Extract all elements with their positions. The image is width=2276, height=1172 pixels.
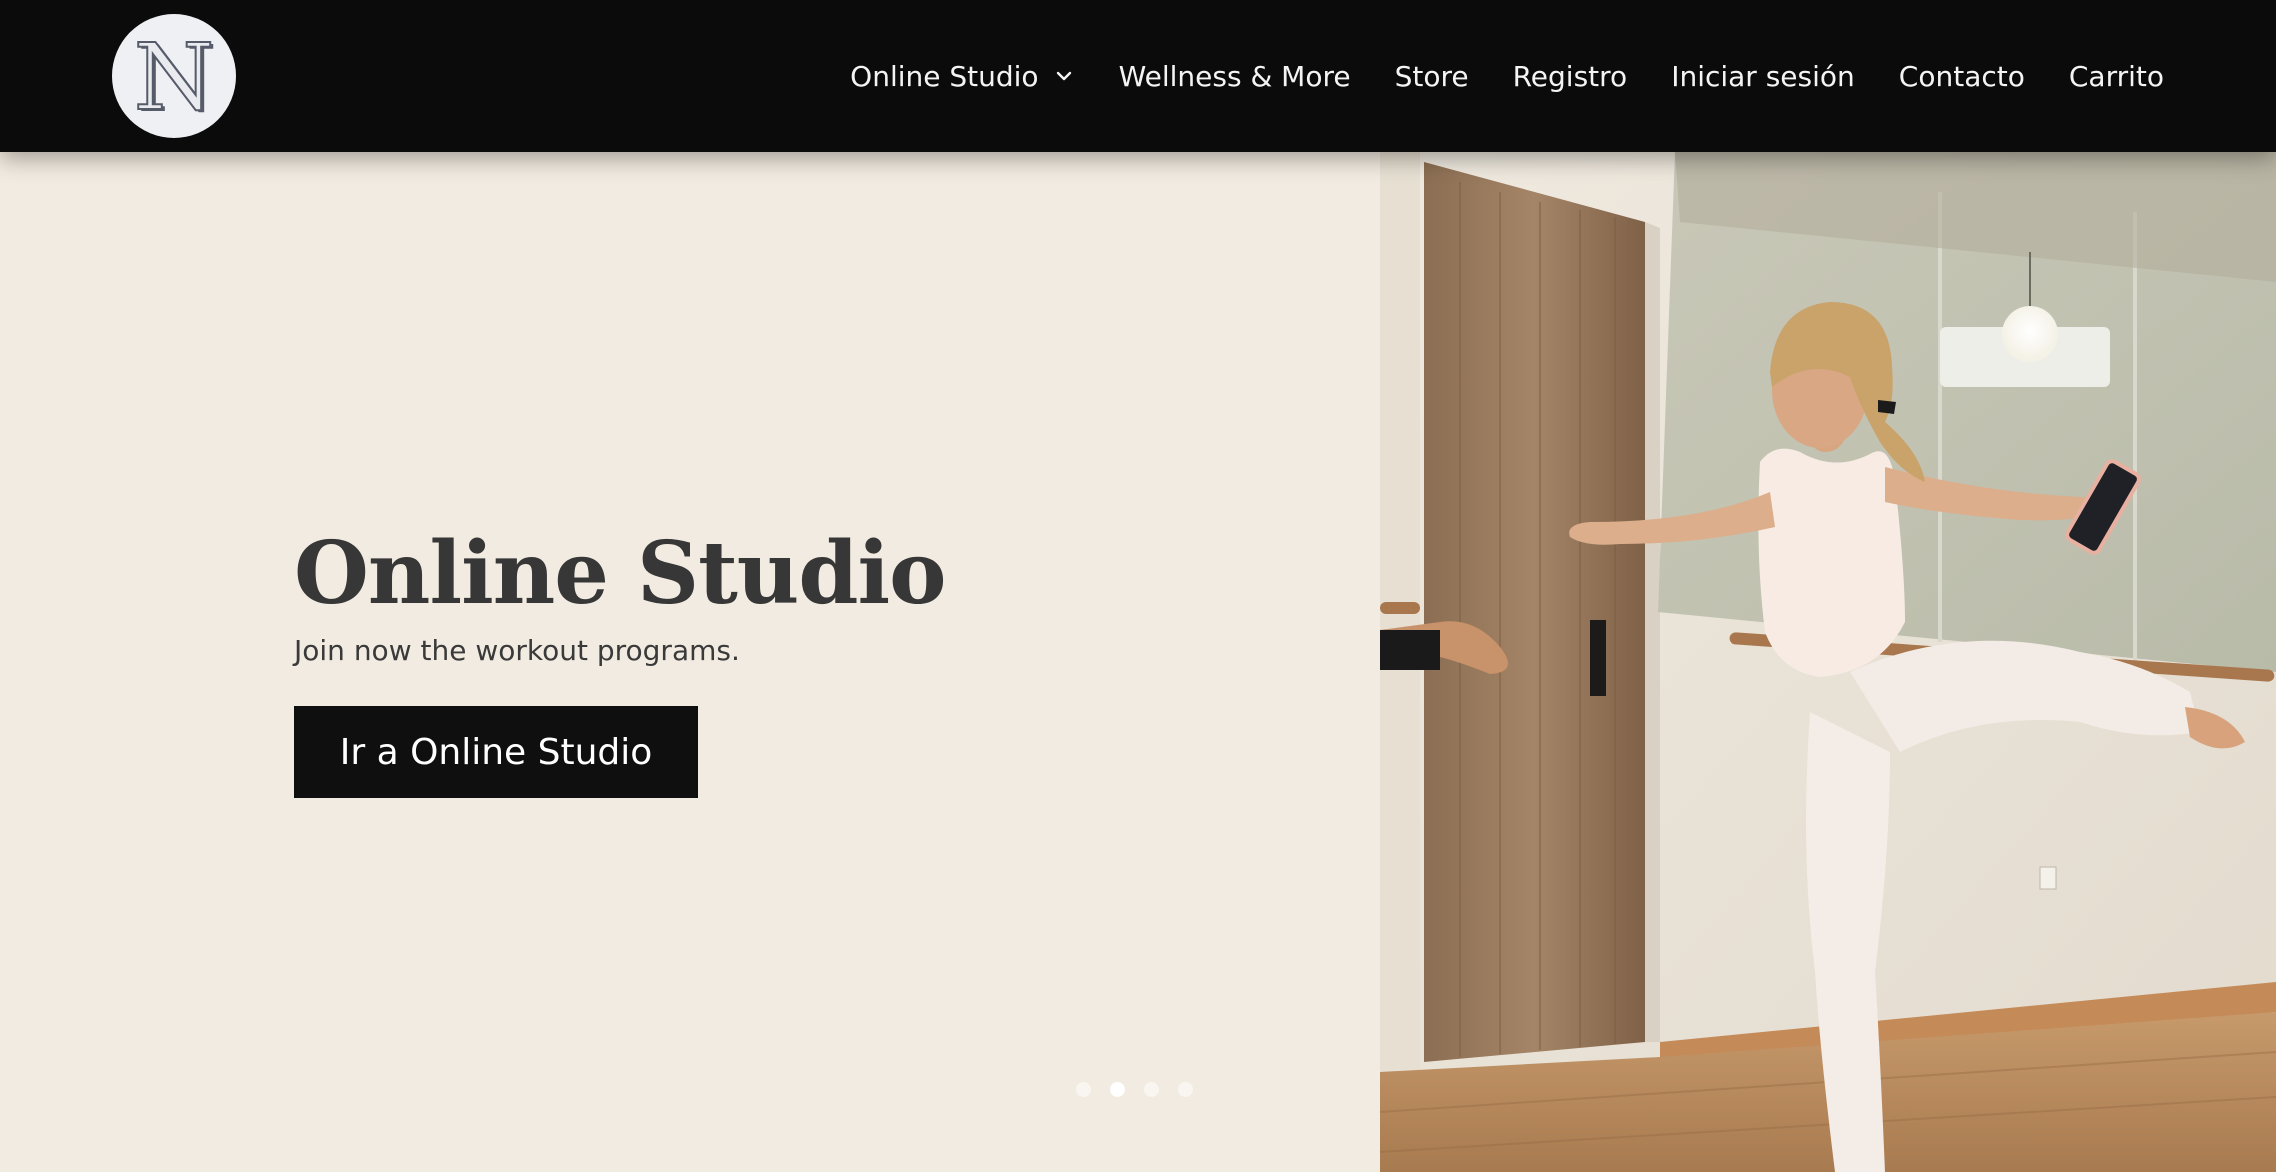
- nav-carrito-label: Carrito: [2068, 59, 2164, 93]
- nav-registro[interactable]: Registro: [1513, 60, 1628, 93]
- slider-dot-2[interactable]: [1110, 1082, 1125, 1097]
- main-nav: Online Studio Wellness & More Store Regi…: [850, 0, 2164, 152]
- nav-online-studio-label: Online Studio: [850, 59, 1039, 93]
- nav-store-label: Store: [1394, 59, 1469, 93]
- hero-title: Online Studio: [294, 523, 946, 624]
- nav-online-studio[interactable]: Online Studio: [850, 60, 1074, 93]
- hero-text-panel: Online Studio Join now the workout progr…: [0, 152, 1380, 1172]
- hero-photo: [1380, 152, 2276, 1172]
- nav-store[interactable]: Store: [1395, 60, 1469, 93]
- site-logo[interactable]: N: [112, 14, 236, 138]
- barre-workout-photo: [1380, 152, 2276, 1172]
- slider-dot-3[interactable]: [1144, 1082, 1159, 1097]
- nav-iniciar-sesion-label: Iniciar sesión: [1671, 59, 1855, 93]
- logo-letter: N: [133, 24, 215, 131]
- go-to-online-studio-button[interactable]: Ir a Online Studio: [294, 706, 698, 798]
- nav-carrito[interactable]: Carrito: [2069, 60, 2164, 93]
- slider-dot-1[interactable]: [1076, 1082, 1091, 1097]
- nav-registro-label: Registro: [1512, 59, 1628, 93]
- site-header: N Online Studio Wellness & More Store Re…: [0, 0, 2276, 152]
- hero-subtitle: Join now the workout programs.: [294, 634, 740, 667]
- nav-contacto-label: Contacto: [1898, 59, 2025, 93]
- slider-dots: [1076, 1082, 1212, 1097]
- nav-contacto[interactable]: Contacto: [1899, 60, 2025, 93]
- nav-iniciar-sesion[interactable]: Iniciar sesión: [1671, 60, 1855, 93]
- chevron-down-icon: [1056, 71, 1071, 81]
- nav-wellness-more-label: Wellness & More: [1118, 59, 1351, 93]
- nav-wellness-more[interactable]: Wellness & More: [1119, 60, 1351, 93]
- slider-dot-4[interactable]: [1178, 1082, 1193, 1097]
